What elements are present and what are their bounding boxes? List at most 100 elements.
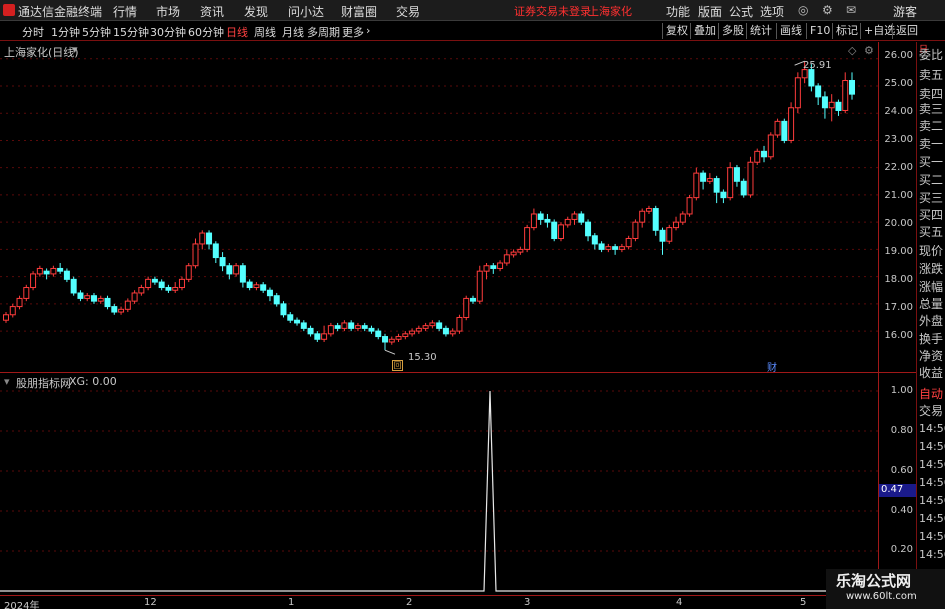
- period-30min[interactable]: 30分钟: [150, 24, 186, 40]
- menu-layout[interactable]: 版面: [698, 3, 722, 20]
- period-tick[interactable]: 分时: [22, 24, 44, 40]
- candle-down: [226, 265, 233, 275]
- indicator-chart[interactable]: ▾ 股朋指标网 XG: 0.00: [0, 373, 878, 595]
- date-axis: 2024年 12 1 2 3 4 5: [0, 595, 878, 609]
- menu-wealth[interactable]: 财富圈: [341, 3, 377, 20]
- period-15min[interactable]: 15分钟: [113, 24, 149, 40]
- event-marker-icon[interactable]: 回: [392, 360, 403, 371]
- side-row[interactable]: 卖五: [919, 66, 943, 83]
- menu-discover[interactable]: 发现: [244, 3, 268, 20]
- candle-up: [30, 273, 37, 289]
- period-multi[interactable]: 多周期: [307, 24, 340, 40]
- quote-side-panel: 日 委比 卖五 卖四 卖三 卖二 卖一 买一 买二 买三 买四 买五 现价 涨跌…: [916, 42, 945, 609]
- side-row[interactable]: 买三: [919, 189, 943, 206]
- candle-down: [287, 314, 294, 321]
- diamond-icon[interactable]: ◇: [848, 44, 856, 57]
- side-row[interactable]: 换手: [919, 330, 943, 347]
- candle-up: [679, 213, 686, 223]
- period-weekly[interactable]: 周线: [254, 24, 276, 40]
- tool-draw[interactable]: 画线: [776, 23, 805, 39]
- candle-up: [253, 284, 260, 289]
- tool-multi-stock[interactable]: 多股: [718, 23, 747, 39]
- side-row[interactable]: 卖一: [919, 135, 943, 152]
- price-tick: 18.00: [884, 274, 913, 285]
- candle-up: [510, 251, 517, 256]
- menu-quotes[interactable]: 行情: [113, 3, 137, 20]
- candle-down: [314, 333, 321, 340]
- side-row[interactable]: 净资: [919, 347, 943, 364]
- help-icon[interactable]: ◎: [798, 3, 808, 17]
- tool-f10[interactable]: F10: [806, 23, 833, 39]
- candle-up: [199, 232, 206, 245]
- menu-ask[interactable]: 问小达: [288, 3, 324, 20]
- side-row[interactable]: 买五: [919, 223, 943, 240]
- candle-up: [233, 265, 240, 275]
- side-row[interactable]: 委比: [919, 46, 943, 63]
- period-60min[interactable]: 60分钟: [188, 24, 224, 40]
- gear-icon[interactable]: ⚙: [864, 44, 874, 57]
- candle-down: [700, 172, 707, 182]
- side-time: 14:56: [919, 422, 945, 435]
- menu-news[interactable]: 资讯: [200, 3, 224, 20]
- candle-down: [713, 178, 720, 193]
- indicator-dropdown-icon[interactable]: ▾: [4, 375, 10, 388]
- price-tick: 20.00: [884, 218, 913, 229]
- side-row[interactable]: 买四: [919, 206, 943, 223]
- menu-functions[interactable]: 功能: [666, 3, 690, 20]
- tool-adjust[interactable]: 复权: [662, 23, 691, 39]
- menu-formula[interactable]: 公式: [729, 3, 753, 20]
- chart-title-dropdown-icon[interactable]: ▾: [72, 43, 78, 56]
- candle-down: [585, 221, 592, 237]
- low-price-label: 15.30: [408, 352, 437, 363]
- watermark-title: 乐淘公式网: [836, 572, 912, 590]
- period-5min[interactable]: 5分钟: [82, 24, 111, 40]
- side-row[interactable]: 收益: [919, 364, 943, 381]
- side-row[interactable]: 买二: [919, 171, 943, 188]
- more-chevron-icon[interactable]: ›: [366, 24, 370, 37]
- candle-up: [530, 213, 537, 229]
- mail-icon[interactable]: ✉: [846, 3, 856, 17]
- side-row[interactable]: 外盘: [919, 312, 943, 329]
- ind-current-value: 0.47: [879, 484, 916, 497]
- candle-down: [348, 322, 355, 329]
- side-row[interactable]: 卖二: [919, 117, 943, 134]
- side-row[interactable]: 买一: [919, 153, 943, 170]
- side-row[interactable]: 总量: [919, 295, 943, 312]
- side-auto-trade[interactable]: 自动: [919, 385, 943, 402]
- candle-down: [740, 180, 747, 196]
- tool-overlay[interactable]: 叠加: [690, 23, 719, 39]
- period-daily[interactable]: 日线: [226, 24, 248, 40]
- menu-market[interactable]: 市场: [156, 3, 180, 20]
- user-guest[interactable]: 游客: [893, 3, 917, 20]
- side-time: 14:56: [919, 476, 945, 489]
- period-1min[interactable]: 1分钟: [51, 24, 80, 40]
- trade-login-warning[interactable]: 证券交易未登录: [514, 3, 591, 19]
- side-row[interactable]: 现价: [919, 242, 943, 259]
- candle-up: [767, 134, 774, 158]
- candle-up: [456, 316, 463, 332]
- candle-up: [415, 327, 422, 332]
- candle-down: [280, 303, 287, 316]
- period-monthly[interactable]: 月线: [282, 24, 304, 40]
- candle-down: [808, 69, 815, 87]
- candle-up: [50, 267, 57, 275]
- candle-down: [821, 96, 828, 109]
- side-row[interactable]: 涨幅: [919, 278, 943, 295]
- tool-back[interactable]: 返回: [892, 23, 921, 39]
- indicator-svg[interactable]: [0, 373, 878, 595]
- period-more[interactable]: 更多: [342, 24, 364, 40]
- candle-up: [476, 270, 483, 302]
- side-row[interactable]: 卖三: [919, 100, 943, 117]
- candlestick-chart[interactable]: 上海家化(日线) ▾ 25.91 15.30 财 回 ◇ ⚙: [0, 42, 878, 374]
- candlestick-svg[interactable]: [0, 42, 878, 372]
- candle-down: [239, 265, 246, 283]
- tool-mark[interactable]: 标记: [832, 23, 861, 39]
- menu-options[interactable]: 选项: [760, 3, 784, 20]
- side-row[interactable]: 涨跌: [919, 260, 943, 277]
- menu-trade[interactable]: 交易: [396, 3, 420, 20]
- side-trade[interactable]: 交易: [919, 402, 943, 419]
- candle-up: [23, 287, 30, 299]
- tool-stats[interactable]: 统计: [746, 23, 775, 39]
- settings-icon[interactable]: ⚙: [822, 3, 833, 17]
- indicator-axis: 1.00 0.80 0.60 0.47 0.40 0.20: [878, 373, 916, 595]
